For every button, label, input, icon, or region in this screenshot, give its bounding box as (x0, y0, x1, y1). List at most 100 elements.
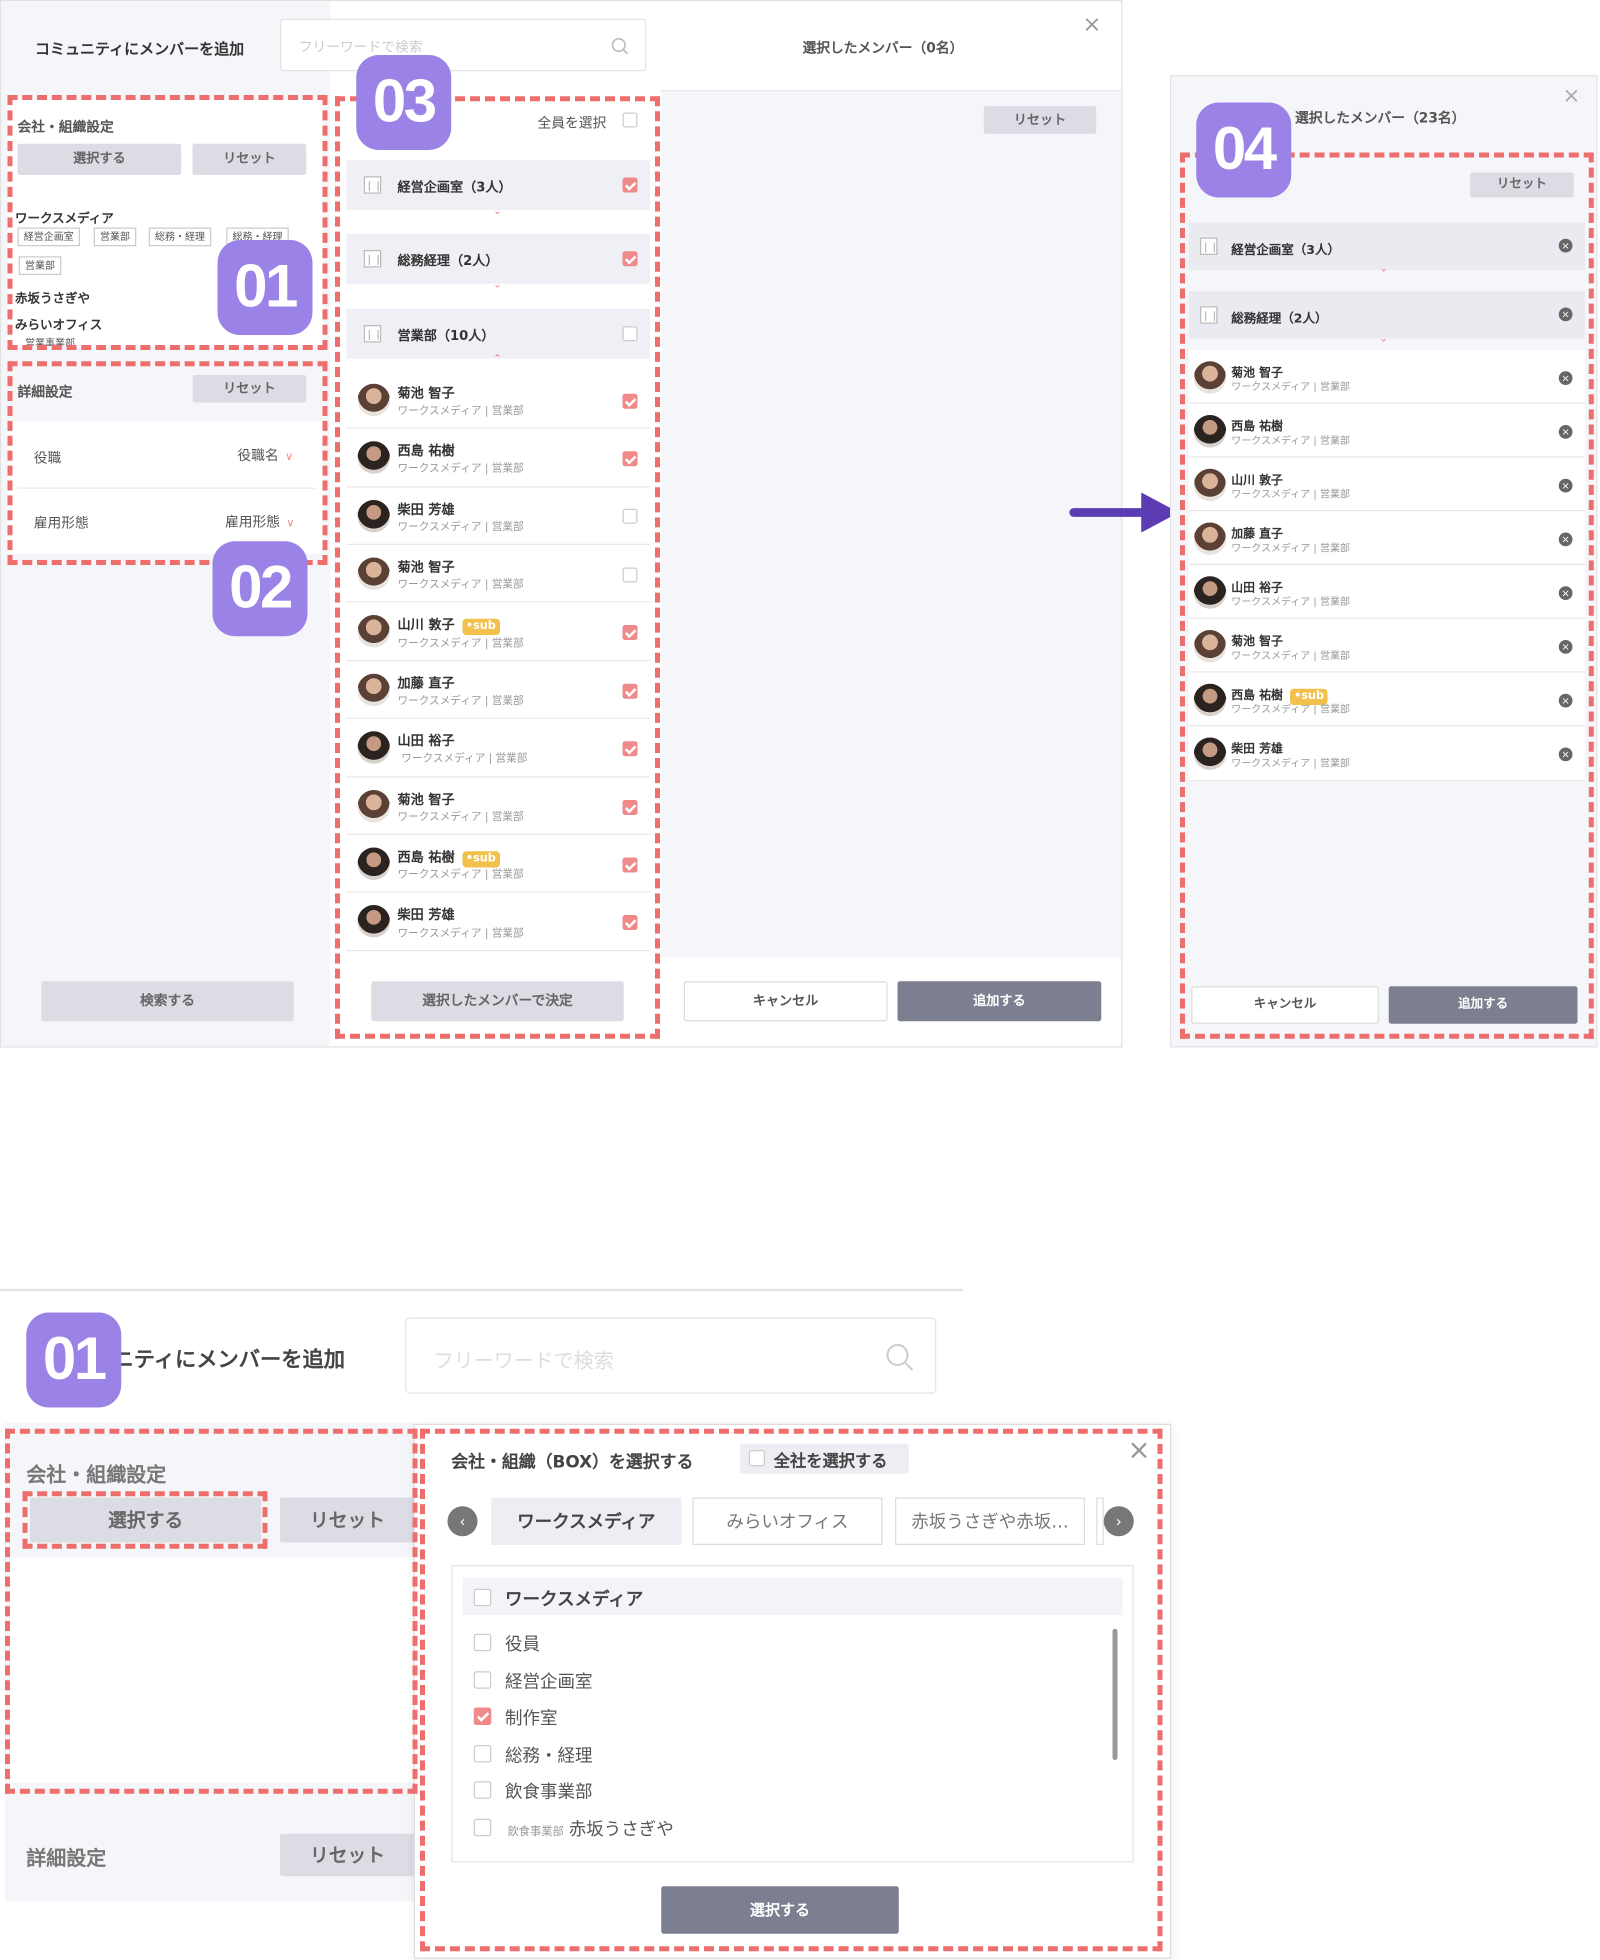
detail-reset-button[interactable]: リセット (192, 375, 307, 403)
tab-more[interactable] (1096, 1497, 1104, 1545)
zoom-search-input[interactable]: フリーワードで検索 (405, 1317, 937, 1394)
org-tree-header-checkbox[interactable] (473, 1588, 492, 1607)
org-item-checkbox[interactable] (473, 1745, 492, 1763)
group-row[interactable] (346, 308, 650, 359)
sub-badge: •sub (462, 851, 500, 868)
panel-cancel-button[interactable]: キャンセル (1191, 986, 1379, 1024)
member-checkbox[interactable] (622, 451, 638, 467)
avatar (357, 790, 390, 823)
member-org: ワークスメディア | 営業部 (1231, 435, 1350, 447)
org-item-checkbox[interactable] (473, 1818, 492, 1837)
member-checkbox[interactable] (622, 567, 638, 583)
chevron-down-icon[interactable]: ⌄ (1376, 333, 1391, 344)
member-checkbox[interactable] (622, 800, 638, 815)
zoom-detail-reset-button[interactable]: リセット (280, 1833, 415, 1877)
tab-worksmedia[interactable]: ワークスメディア (491, 1497, 682, 1545)
picker-select-button[interactable]: 選択する (661, 1886, 899, 1934)
avatar (1193, 737, 1227, 770)
close-icon[interactable]: × (1563, 86, 1581, 107)
remove-icon[interactable]: × (1558, 747, 1573, 762)
selected-column (661, 90, 1122, 958)
member-org: ワークスメディア | 営業部 (397, 927, 524, 941)
close-icon[interactable]: × (1128, 1437, 1151, 1466)
group-name: 営業部（10人） (397, 328, 495, 344)
sub-badge: •sub (462, 618, 500, 635)
group-checkbox[interactable] (622, 326, 638, 342)
position-label: 役職 (33, 450, 62, 467)
building-icon (1200, 237, 1218, 255)
select-all-company-label: 全社を選択する (773, 1452, 888, 1472)
member-checkbox[interactable] (622, 393, 638, 409)
tab-akasaka[interactable]: 赤坂うさぎや赤坂… (895, 1497, 1085, 1545)
search-button[interactable]: 検索する (41, 981, 294, 1022)
member-checkbox[interactable] (622, 915, 638, 930)
remove-icon[interactable]: × (1558, 693, 1573, 708)
remove-icon[interactable]: × (1558, 238, 1573, 253)
member-org: ワークスメディア | 営業部 (1231, 381, 1350, 393)
remove-icon[interactable]: × (1558, 532, 1573, 547)
divider (1188, 780, 1585, 782)
member-checkbox[interactable] (622, 508, 638, 524)
divider (346, 776, 650, 778)
zoom-reset-button[interactable]: リセット (280, 1497, 415, 1543)
member-name: 西島 祐樹 (397, 443, 455, 459)
select-all-company-checkbox[interactable] (748, 1450, 765, 1467)
tab-mirai-office[interactable]: みらいオフィス (692, 1497, 883, 1545)
group-checkbox[interactable] (622, 177, 638, 193)
cancel-button[interactable]: キャンセル (683, 981, 888, 1022)
remove-icon[interactable]: × (1558, 371, 1573, 385)
avatar (1193, 630, 1227, 663)
divider (1188, 510, 1585, 512)
step-badge-04: 04 (1196, 102, 1292, 198)
remove-icon[interactable]: × (1558, 307, 1573, 322)
remove-icon[interactable]: × (1558, 425, 1573, 439)
select-all-company[interactable]: 全社を選択する (740, 1443, 909, 1474)
chevron-down-icon[interactable]: ⌄ (1376, 263, 1391, 274)
remove-icon[interactable]: × (1558, 478, 1573, 493)
member-org: ワークスメディア | 営業部 (1231, 596, 1350, 608)
selected-reset-button[interactable]: リセット (983, 106, 1097, 134)
chevron-left-icon[interactable]: ‹ (447, 1506, 478, 1537)
group-name: 経営企画室（3人） (1231, 243, 1340, 258)
company-select-button[interactable]: 選択する (17, 143, 182, 175)
group-name-akasaka: 赤坂うさぎや (15, 292, 90, 307)
scrollbar[interactable] (1112, 1628, 1118, 1760)
panel-add-button[interactable]: 追加する (1388, 986, 1578, 1024)
employment-select[interactable]: 雇用形態 ∨ (225, 511, 315, 531)
avatar (357, 500, 390, 533)
zoom-select-button[interactable]: 選択する (30, 1497, 262, 1543)
group-checkbox[interactable] (622, 251, 638, 267)
org-item-checkbox[interactable] (473, 1781, 492, 1799)
member-checkbox[interactable] (622, 683, 638, 699)
add-button[interactable]: 追加する (897, 981, 1102, 1022)
member-checkbox[interactable] (622, 625, 638, 640)
divider (1188, 563, 1585, 565)
company-settings-title: 会社・組織設定 (17, 118, 114, 135)
member-org: ワークスメディア | 営業部 (397, 637, 524, 651)
member-name: 西島 祐樹 (1231, 420, 1283, 434)
close-icon[interactable]: × (1083, 13, 1102, 37)
chevron-right-icon[interactable]: › (1103, 1506, 1134, 1537)
panel-reset-button[interactable]: リセット (1470, 172, 1574, 198)
search-input[interactable]: フリーワードで検索 (280, 18, 647, 72)
org-item-checkbox[interactable] (473, 1633, 492, 1652)
chevron-down-icon[interactable]: ⌄ (490, 279, 505, 290)
member-name-text: 西島 祐樹 (1231, 688, 1283, 703)
company-reset-button[interactable]: リセット (192, 143, 307, 175)
select-all-checkbox[interactable] (622, 112, 638, 128)
member-org: ワークスメディア | 営業部 (1231, 542, 1350, 554)
org-item-checkbox[interactable] (473, 1707, 492, 1725)
org-item-checkbox[interactable] (473, 1671, 492, 1689)
member-checkbox[interactable] (622, 741, 638, 757)
avatar (1193, 683, 1227, 717)
confirm-selected-button[interactable]: 選択したメンバーで決定 (371, 981, 624, 1022)
org-tag: 営業部 (93, 227, 137, 247)
chevron-up-icon[interactable]: ⌃ (490, 353, 505, 364)
org-tag-mirai: 営業事業部 (25, 337, 75, 347)
divider (346, 833, 650, 835)
position-select[interactable]: 役職名 ∨ (238, 445, 316, 465)
member-checkbox[interactable] (622, 857, 638, 873)
remove-icon[interactable]: × (1558, 586, 1573, 600)
remove-icon[interactable]: × (1558, 640, 1573, 654)
chevron-down-icon[interactable]: ⌄ (490, 206, 505, 216)
